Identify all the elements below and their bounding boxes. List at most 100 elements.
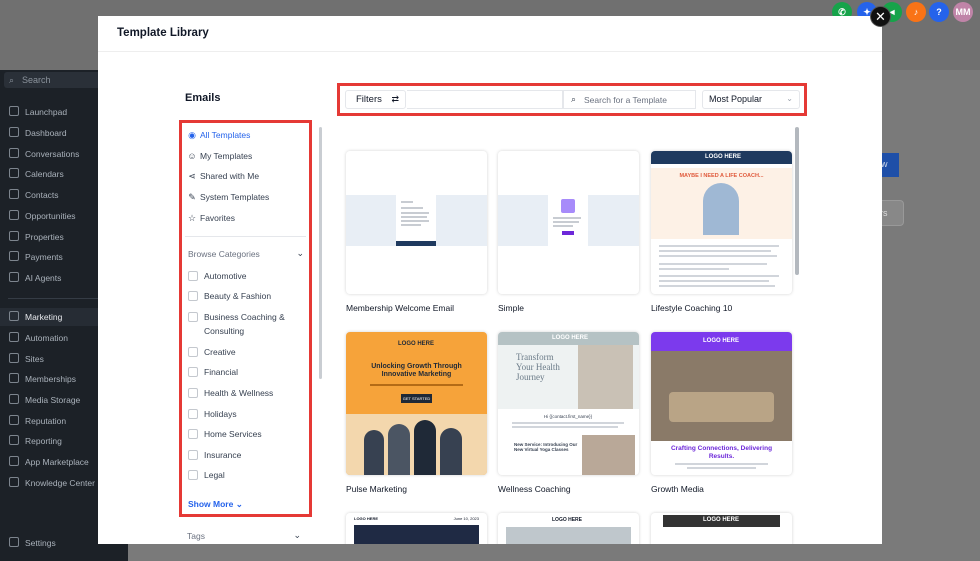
template-card-growth-media[interactable]: LOGO HERE Crafting Connections, Deliveri… [651, 332, 792, 475]
logo: LOGO HERE [552, 335, 589, 341]
chat-icon [9, 148, 19, 158]
building-icon [9, 231, 19, 241]
marketplace-icon [9, 456, 19, 466]
tags-toggle[interactable]: Tags ⌄ [187, 530, 301, 541]
template-filter-panel: ◉ All Templates ☺ My Templates ⋖ Shared … [179, 120, 312, 517]
chevron-down-icon: ⌄ [786, 94, 793, 103]
wrench-icon: ✎ [188, 192, 196, 202]
logo: LOGO HERE [705, 154, 742, 160]
thumbnail-preview [396, 195, 436, 246]
sliders-icon: ⇄ [391, 94, 399, 104]
category-checkbox[interactable] [188, 450, 198, 460]
gear-icon [9, 537, 19, 547]
sort-select[interactable]: Most Popular ⌄ [702, 90, 800, 109]
chevron-down-icon: ⌄ [296, 248, 304, 258]
template-library-modal: Template Library Emails ◉ All Templates … [98, 16, 882, 544]
template-card-pulse-marketing[interactable]: LOGO HERE Unlocking Growth Through Innov… [346, 332, 487, 475]
check-circle-icon: ◉ [188, 130, 196, 140]
user-icon: ☺ [187, 151, 197, 161]
template-card[interactable]: LOGO HERE [498, 513, 639, 544]
nav-system-templates[interactable]: ✎ System Templates [186, 190, 269, 206]
nav-shared-with-me[interactable]: ⋖ Shared with Me [186, 169, 259, 185]
nav-all-templates[interactable]: ◉ All Templates [186, 128, 250, 144]
template-search-input[interactable]: ⌕ Search for a Template [563, 90, 696, 109]
ai-agent-icon [9, 272, 19, 282]
template-name[interactable]: Membership Welcome Email [346, 303, 454, 313]
payments-icon [9, 251, 19, 261]
template-card-membership-welcome[interactable] [346, 151, 487, 294]
chevron-down-icon: ⌄ [293, 530, 301, 540]
category-creative[interactable]: Creative [188, 345, 304, 359]
template-name[interactable]: Pulse Marketing [346, 484, 407, 494]
opportunities-icon [9, 210, 19, 220]
help-icon[interactable]: ? [929, 2, 949, 22]
chart-icon [9, 435, 19, 445]
template-name[interactable]: Simple [498, 303, 524, 313]
template-card-lifestyle-coaching[interactable]: LOGO HERE MAYBE I NEED A LIFE COACH... [651, 151, 792, 294]
category-legal[interactable]: Legal [188, 468, 304, 482]
filters-button[interactable]: Filters ⇄ [345, 90, 406, 109]
template-card[interactable]: LOGO HERE [651, 513, 792, 544]
media-icon [9, 394, 19, 404]
browse-categories-toggle[interactable]: Browse Categories ⌄ [188, 248, 304, 259]
person-photo [703, 183, 739, 235]
yoga-photo [578, 345, 633, 409]
memberships-icon [9, 373, 19, 383]
send-icon [9, 311, 19, 321]
modal-header: Template Library [98, 16, 882, 52]
share-icon: ⋖ [188, 171, 196, 181]
section-title: Emails [185, 92, 221, 104]
category-financial[interactable]: Financial [188, 365, 304, 379]
nav-divider [185, 236, 306, 237]
search-icon: ⌕ [9, 75, 15, 85]
nav-my-templates[interactable]: ☺ My Templates [186, 149, 252, 165]
illustration-icon [561, 199, 575, 213]
template-toolbar: Filters ⇄ ⌕ Search for a Template Most P… [337, 83, 807, 116]
automation-icon [9, 332, 19, 342]
calendar-icon [9, 168, 19, 178]
template-card[interactable]: LOGO HERE June 10, 2023 [346, 513, 487, 544]
category-home-services[interactable]: Home Services [188, 427, 304, 441]
reputation-icon [9, 415, 19, 425]
category-checkbox[interactable] [188, 347, 198, 357]
grid-scrollbar[interactable] [795, 127, 799, 275]
category-checkbox[interactable] [188, 409, 198, 419]
category-checkbox[interactable] [188, 429, 198, 439]
template-card-wellness-coaching[interactable]: LOGO HERE Transform Your Health Journey … [498, 332, 639, 475]
category-checkbox[interactable] [188, 470, 198, 480]
knowledge-icon [9, 477, 19, 487]
category-checkbox[interactable] [188, 388, 198, 398]
category-health-wellness[interactable]: Health & Wellness [188, 386, 304, 400]
chevron-down-icon: ⌄ [233, 499, 243, 509]
category-checkbox[interactable] [188, 312, 198, 322]
avatar[interactable]: MM [953, 2, 973, 22]
sites-icon [9, 353, 19, 363]
contacts-icon [9, 189, 19, 199]
logo: LOGO HERE [703, 338, 740, 344]
category-checkbox[interactable] [188, 271, 198, 281]
category-beauty-fashion[interactable]: Beauty & Fashion [188, 289, 304, 303]
show-more-link[interactable]: Show More ⌄ [188, 499, 243, 510]
launchpad-icon [9, 106, 19, 116]
search-icon: ⌕ [571, 94, 577, 104]
modal-title: Template Library [117, 27, 209, 39]
category-business-coaching[interactable]: Business Coaching & Consulting [188, 310, 304, 338]
thumbnail-preview [548, 195, 588, 246]
category-insurance[interactable]: Insurance [188, 448, 304, 462]
category-checkbox[interactable] [188, 291, 198, 301]
logo: LOGO HERE [398, 341, 435, 347]
template-name[interactable]: Growth Media [651, 484, 704, 494]
category-holidays[interactable]: Holidays [188, 407, 304, 421]
category-automotive[interactable]: Automotive [188, 269, 304, 283]
category-checkbox[interactable] [188, 367, 198, 377]
template-name[interactable]: Lifestyle Coaching 10 [651, 303, 732, 313]
sidebar-scrollbar[interactable] [319, 127, 322, 379]
nav-favorites[interactable]: ☆ Favorites [186, 211, 235, 227]
close-icon[interactable]: ✕ [870, 6, 891, 27]
template-name[interactable]: Wellness Coaching [498, 484, 571, 494]
template-card-simple[interactable] [498, 151, 639, 294]
filter-chip-area[interactable] [407, 90, 563, 109]
star-icon: ☆ [187, 213, 197, 223]
bell-icon[interactable]: ♪ [906, 2, 926, 22]
dashboard-icon [9, 127, 19, 137]
